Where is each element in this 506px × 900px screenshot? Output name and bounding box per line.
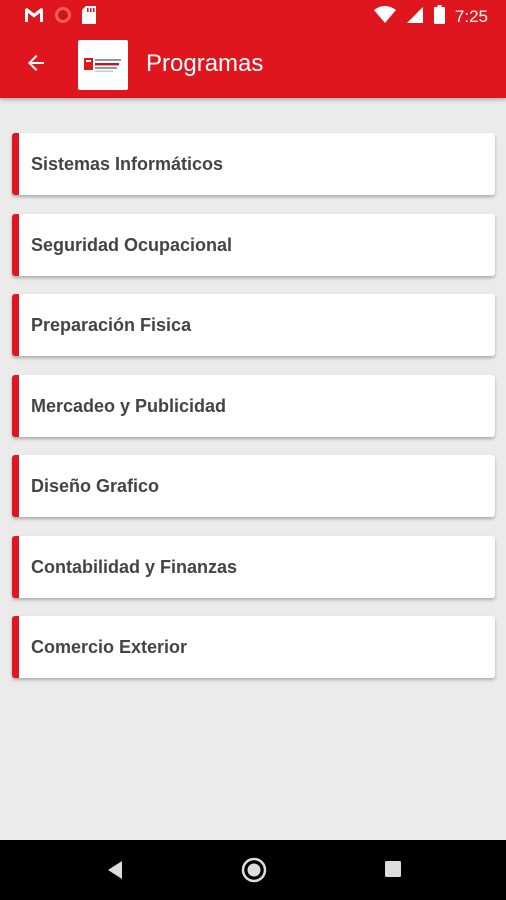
program-item-diseno-grafico[interactable]: Diseño Grafico (12, 455, 495, 517)
signal-icon (406, 6, 424, 29)
back-button[interactable] (18, 47, 54, 83)
record-icon (54, 6, 72, 29)
program-label: Diseño Grafico (31, 476, 160, 496)
program-item-sistemas-informaticos[interactable]: Sistemas Informáticos (12, 133, 495, 195)
sd-card-icon (82, 6, 96, 29)
program-item-comercio-exterior[interactable]: Comercio Exterior (12, 616, 495, 678)
program-item-preparacion-fisica[interactable]: Preparación Fisica (12, 294, 495, 356)
program-label: Mercadeo y Publicidad (31, 395, 227, 416)
program-label: Seguridad Ocupacional (31, 234, 233, 255)
status-time: 7:25 (454, 7, 488, 26)
status-bar: 7:25 (0, 0, 506, 32)
back-triangle-icon[interactable] (104, 858, 126, 887)
gmail-icon (24, 7, 44, 28)
page-title: Programas (146, 50, 264, 77)
program-label: Preparación Fisica (31, 315, 192, 335)
recents-square-icon[interactable] (383, 859, 403, 884)
arrow-left-icon (24, 51, 48, 80)
app-toolbar: Programas (0, 32, 506, 98)
home-circle-icon[interactable] (241, 857, 267, 888)
program-item-mercadeo-publicidad[interactable]: Mercadeo y Publicidad (12, 374, 495, 437)
program-item-seguridad-ocupacional[interactable]: Seguridad Ocupacional (12, 213, 495, 276)
program-label: Comercio Exterior (31, 637, 188, 657)
program-label: Sistemas Informáticos (31, 154, 224, 174)
battery-icon (433, 5, 445, 29)
program-item-contabilidad-finanzas[interactable]: Contabilidad y Finanzas (12, 535, 495, 598)
program-list: Sistemas Informáticos Seguridad Ocupacio… (12, 133, 495, 697)
system-nav-bar (0, 840, 506, 900)
institution-logo (78, 40, 128, 90)
program-label: Contabilidad y Finanzas (31, 556, 238, 577)
wifi-icon (373, 5, 396, 29)
